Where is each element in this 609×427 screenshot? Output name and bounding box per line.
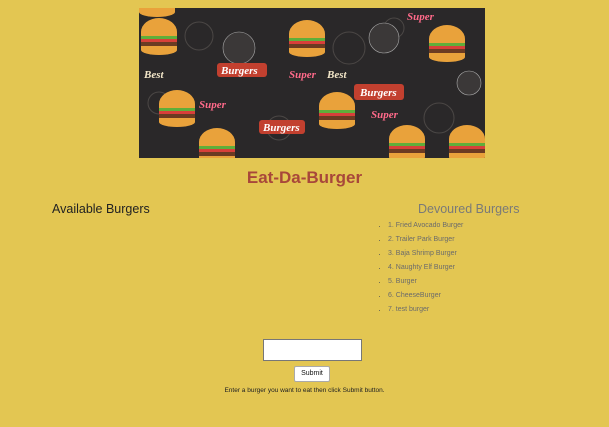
available-burgers-heading: Available Burgers bbox=[52, 202, 150, 216]
burger-name-input[interactable] bbox=[263, 339, 362, 361]
svg-text:Super: Super bbox=[199, 99, 227, 111]
list-item: 3. Baja Shrimp Burger bbox=[388, 249, 463, 263]
list-item: 1. Fried Avocado Burger bbox=[388, 221, 463, 235]
svg-text:Best: Best bbox=[143, 69, 165, 81]
list-item: 6. CheeseBurger bbox=[388, 291, 463, 305]
svg-text:Best: Best bbox=[326, 69, 348, 81]
svg-text:Super: Super bbox=[407, 11, 435, 23]
svg-text:Super: Super bbox=[371, 109, 399, 121]
list-item: 4. Naughty Elf Burger bbox=[388, 263, 463, 277]
svg-text:Super: Super bbox=[289, 69, 317, 81]
submit-button[interactable]: Submit bbox=[294, 366, 330, 382]
svg-text:Burgers: Burgers bbox=[262, 122, 300, 134]
list-item: 5. Burger bbox=[388, 277, 463, 291]
svg-text:Burgers: Burgers bbox=[359, 87, 397, 99]
page-title: Eat-Da-Burger bbox=[246, 168, 363, 187]
list-item: 7. test burger bbox=[388, 305, 463, 319]
devoured-burgers-list: 1. Fried Avocado Burger 2. Trailer Park … bbox=[376, 221, 463, 319]
instructions-text: Enter a burger you want to eat then clic… bbox=[224, 387, 385, 394]
list-item: 2. Trailer Park Burger bbox=[388, 235, 463, 249]
burger-banner-image: Burgers Burgers Burgers Super Super Supe… bbox=[139, 8, 485, 158]
devoured-burgers-heading: Devoured Burgers bbox=[418, 202, 520, 216]
svg-text:Burgers: Burgers bbox=[220, 65, 258, 77]
